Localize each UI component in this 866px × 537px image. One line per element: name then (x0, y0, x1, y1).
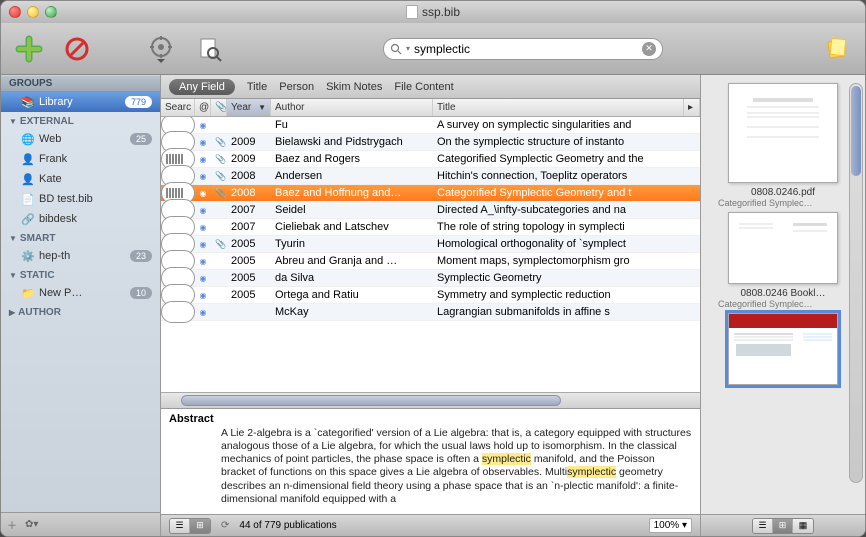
sidebar-item-hepth[interactable]: ⚙️hep-th23 (1, 246, 160, 266)
preview-view-toggle[interactable]: ☰⊞▦ (752, 518, 814, 534)
pdf-thumbnail[interactable] (728, 212, 838, 284)
filter-skim-notes[interactable]: Skim Notes (326, 81, 382, 93)
col-year[interactable]: Year▼ (227, 99, 271, 116)
person-icon: 👤 (21, 172, 35, 186)
preview-scrollbar[interactable] (849, 83, 863, 483)
pdf-thumbnail[interactable] (728, 313, 838, 385)
reload-button[interactable]: ⟳ (221, 520, 229, 531)
filter-title[interactable]: Title (247, 81, 267, 93)
delete-button[interactable] (61, 33, 93, 65)
col-menu-button[interactable]: ▸ (684, 99, 700, 116)
table-row[interactable]: ◉📎2005TyurinHomological orthogonality of… (161, 236, 700, 253)
smart-group-header[interactable]: ▼SMART (1, 229, 160, 246)
col-type[interactable]: @ (195, 99, 211, 116)
app-window: ssp.bib ▾ ✕ GROUPS (0, 0, 866, 537)
minimize-window-button[interactable] (27, 6, 39, 18)
zoom-window-button[interactable] (45, 6, 57, 18)
close-window-button[interactable] (9, 6, 21, 18)
sidebar-action-button[interactable]: ✿▾ (25, 519, 38, 530)
preview-button[interactable] (193, 33, 225, 65)
sidebar-item-newp[interactable]: 📁New P…10 (1, 283, 160, 303)
document-icon (406, 5, 418, 19)
external-group-header[interactable]: ▼EXTERNAL (1, 112, 160, 129)
action-menu-button[interactable] (145, 33, 177, 65)
smart-folder-icon: ⚙️ (21, 249, 35, 263)
sidebar-item-library[interactable]: 📚 Library 779 (1, 92, 160, 112)
search-icon (390, 43, 402, 55)
table-row[interactable]: ◉2005da SilvaSymplectic Geometry (161, 270, 700, 287)
search-field[interactable]: ▾ ✕ (383, 38, 663, 60)
search-input[interactable] (414, 42, 638, 56)
abstract-pane: Abstract A Lie 2-algebra is a `categorif… (161, 408, 700, 514)
status-bar: ☰⊞ ⟳ 44 of 779 publications 100% ▾ (161, 514, 700, 536)
table-row[interactable]: ◉2005Ortega and RatiuSymmetry and symple… (161, 287, 700, 304)
clear-search-button[interactable]: ✕ (642, 42, 656, 56)
author-group-header[interactable]: ▶AUTHOR (1, 303, 160, 320)
filter-any-field[interactable]: Any Field (169, 79, 235, 95)
table-row[interactable]: ◉📎2008Baez and Hoffnung and…Categorified… (161, 185, 700, 202)
preview-item[interactable]: 0808.0246.pdf Categorified Symplec… (709, 83, 857, 208)
col-author[interactable]: Author (271, 99, 433, 116)
col-attachment[interactable]: 📎 (211, 99, 227, 116)
table-row[interactable]: ◉📎2009Bielawski and PidstrygachOn the sy… (161, 134, 700, 151)
sidebar-item-kate[interactable]: 👤Kate (1, 169, 160, 189)
main-pane: Any Field Title Person Skim Notes File C… (161, 75, 701, 536)
sidebar-item-frank[interactable]: 👤Frank (1, 149, 160, 169)
preview-scrollbar-thumb[interactable] (851, 86, 861, 176)
table-body[interactable]: ◉FuA survey on symplectic singularities … (161, 117, 700, 392)
table-row[interactable]: ◉📎2008AndersenHitchin's connection, Toep… (161, 168, 700, 185)
link-icon: 🔗 (21, 212, 35, 226)
pdf-thumbnail[interactable] (728, 83, 838, 183)
zoom-selector[interactable]: 100% ▾ (649, 518, 692, 533)
preview-item[interactable]: 0808.0246 Bookl… Categorified Symplec… (709, 212, 857, 309)
sidebar-item-bibdesk[interactable]: 🔗bibdesk (1, 209, 160, 229)
table-row[interactable]: ◉📎2009Baez and RogersCategorified Symple… (161, 151, 700, 168)
preview-item[interactable] (709, 313, 857, 389)
library-icon: 📚 (21, 95, 35, 109)
notes-button[interactable] (821, 33, 853, 65)
table-row[interactable]: ◉2007Cieliebak and LatschevThe role of s… (161, 219, 700, 236)
preview-pane: 0808.0246.pdf Categorified Symplec… 0808… (701, 75, 865, 536)
preview-footer: ☰⊞▦ (701, 514, 865, 536)
add-button[interactable] (13, 33, 45, 65)
doc-icon: 📄 (21, 192, 35, 206)
window-title: ssp.bib (406, 5, 460, 19)
abstract-heading: Abstract (161, 409, 700, 425)
sidebar-footer: ＋ ✿▾ (1, 512, 160, 536)
person-icon: 👤 (21, 152, 35, 166)
filter-person[interactable]: Person (279, 81, 314, 93)
groups-header: GROUPS (1, 75, 160, 92)
col-relevance[interactable]: Searc (161, 99, 195, 116)
table-row[interactable]: ◉McKayLagrangian submanifolds in affine … (161, 304, 700, 321)
status-text: 44 of 779 publications (239, 520, 336, 531)
toolbar: ▾ ✕ (1, 23, 865, 75)
col-title[interactable]: Title (433, 99, 684, 116)
table-row[interactable]: ◉2005Abreu and Granja and …Moment maps, … (161, 253, 700, 270)
paperclip-icon: 📎 (215, 102, 227, 113)
abstract-text[interactable]: A Lie 2-algebra is a `categorified' vers… (161, 425, 700, 510)
globe-icon: 🌐 (21, 132, 35, 146)
sidebar-item-web[interactable]: 🌐Web25 (1, 129, 160, 149)
scrollbar-thumb[interactable] (181, 395, 561, 406)
add-group-button[interactable]: ＋ (7, 517, 17, 532)
sidebar: GROUPS 📚 Library 779 ▼EXTERNAL 🌐Web25 👤F… (1, 75, 161, 536)
table-row[interactable]: ◉FuA survey on symplectic singularities … (161, 117, 700, 134)
layout-toggle[interactable]: ☰⊞ (169, 518, 211, 534)
table-row[interactable]: ◉2007SeidelDirected A_\infty-subcategori… (161, 202, 700, 219)
filter-bar: Any Field Title Person Skim Notes File C… (161, 75, 700, 99)
static-group-header[interactable]: ▼STATIC (1, 266, 160, 283)
horizontal-scrollbar[interactable] (161, 392, 700, 408)
table-header[interactable]: Searc @ 📎 Year▼ Author Title ▸ (161, 99, 700, 117)
filter-file-content[interactable]: File Content (394, 81, 453, 93)
sidebar-item-bdtest[interactable]: 📄BD test.bib (1, 189, 160, 209)
folder-icon: 📁 (21, 286, 35, 300)
titlebar[interactable]: ssp.bib (1, 1, 865, 23)
